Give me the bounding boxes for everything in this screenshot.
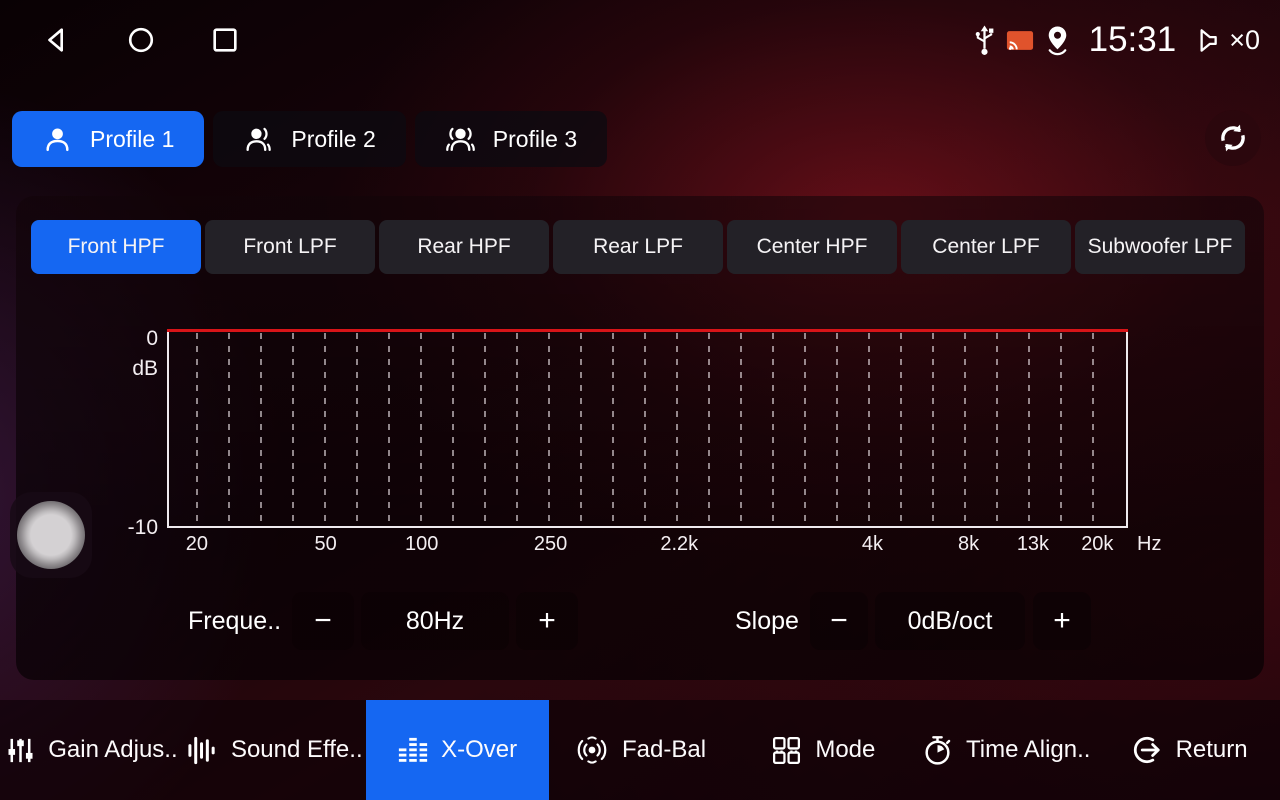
gridline — [644, 333, 646, 526]
gridline — [196, 333, 198, 526]
gain-sliders-icon — [5, 735, 36, 766]
response-line — [167, 329, 1128, 332]
gridline — [804, 333, 806, 526]
user-single-icon — [42, 124, 73, 155]
clock: 15:31 — [1089, 20, 1177, 60]
gridline — [996, 333, 998, 526]
gridline — [740, 333, 742, 526]
bottom-nav: Gain Adjus.. Sound Effe.. X-Over Fad-Bal… — [0, 700, 1280, 800]
gridline — [228, 333, 230, 526]
nav-item-x-over[interactable]: X-Over — [366, 700, 549, 800]
gridline — [708, 333, 710, 526]
gridline — [580, 333, 582, 526]
y-axis-max-label: 0 — [100, 327, 158, 351]
gridline — [676, 333, 678, 526]
sound-wave-icon — [186, 735, 219, 766]
nav-item-time-align[interactable]: Time Align.. — [914, 700, 1097, 800]
gridline — [388, 333, 390, 526]
sync-icon — [1216, 121, 1250, 155]
x-tick-label-4k: 4k — [862, 533, 883, 556]
fader-balance-icon — [574, 734, 610, 766]
knob-circle — [17, 501, 85, 569]
back-button[interactable] — [42, 25, 72, 55]
back-icon — [42, 25, 72, 55]
gridline — [420, 333, 422, 526]
refresh-button[interactable] — [1205, 110, 1261, 166]
floating-knob-button[interactable] — [10, 492, 92, 578]
plot-area — [167, 330, 1128, 528]
gridline — [516, 333, 518, 526]
nav-item-mode[interactable]: Mode — [731, 700, 914, 800]
frequency-value: 80Hz — [361, 592, 509, 650]
frequency-minus-button[interactable]: − — [292, 592, 354, 650]
frequency-plus-button[interactable]: + — [516, 592, 578, 650]
x-tick-label-8k: 8k — [958, 533, 979, 556]
mode-grid-icon — [770, 734, 803, 767]
gridline — [772, 333, 774, 526]
gridline — [260, 333, 262, 526]
android-nav-buttons — [42, 0, 240, 80]
y-axis-unit-label: dB — [100, 357, 158, 381]
gridline — [900, 333, 902, 526]
x-tick-label-50: 50 — [315, 533, 337, 556]
gridline — [324, 333, 326, 526]
gridline — [964, 333, 966, 526]
slope-label: Slope — [735, 592, 799, 650]
nav-item-fad-bal[interactable]: Fad-Bal — [549, 700, 732, 800]
x-tick-label-20k: 20k — [1081, 533, 1113, 556]
x-tick-label-20: 20 — [186, 533, 208, 556]
profile-tab-profile-1[interactable]: Profile 1 — [12, 111, 204, 167]
usb-icon — [972, 24, 997, 57]
user-arc-icon — [243, 124, 274, 155]
volume-level: ×0 — [1229, 25, 1260, 56]
nav-item-gain-adjus[interactable]: Gain Adjus.. — [0, 700, 183, 800]
home-button[interactable] — [126, 25, 156, 55]
gridline — [868, 333, 870, 526]
gridline — [452, 333, 454, 526]
location-icon — [1043, 25, 1072, 56]
volume-muted-icon — [1191, 26, 1220, 55]
gridline — [548, 333, 550, 526]
x-tick-label-250: 250 — [534, 533, 567, 556]
gridline — [612, 333, 614, 526]
slope-plus-button[interactable]: + — [1033, 592, 1091, 650]
crossover-eq-icon — [397, 735, 429, 766]
profile-tabs: Profile 1 Profile 2 Profile 3 — [12, 111, 607, 167]
profile-tab-profile-2[interactable]: Profile 2 — [213, 111, 405, 167]
slope-value: 0dB/oct — [875, 592, 1025, 650]
cast-icon — [1006, 29, 1034, 52]
x-tick-label-2-2k: 2.2k — [660, 533, 698, 556]
gridline — [356, 333, 358, 526]
user-double-arc-icon — [445, 124, 476, 155]
frequency-label: Freque.. — [188, 592, 281, 650]
recents-icon — [210, 25, 240, 55]
gridline — [1092, 333, 1094, 526]
nav-item-sound-effe[interactable]: Sound Effe.. — [183, 700, 366, 800]
car-audio-xover-screen: 15:31 ×0 Profile 1 Profile 2 Profile 3 F… — [0, 0, 1280, 800]
recents-button[interactable] — [210, 25, 240, 55]
y-axis-min-label: -10 — [100, 516, 158, 540]
gridline — [484, 333, 486, 526]
gridline — [1060, 333, 1062, 526]
nav-item-return[interactable]: Return — [1097, 700, 1280, 800]
crossover-panel: Front HPF Front LPF Rear HPF Rear LPF Ce… — [16, 196, 1264, 680]
profile-tab-profile-3[interactable]: Profile 3 — [415, 111, 607, 167]
gridline — [292, 333, 294, 526]
gridline — [1028, 333, 1030, 526]
slope-minus-button[interactable]: − — [810, 592, 868, 650]
return-arrow-icon — [1130, 733, 1164, 767]
x-tick-label-13k: 13k — [1017, 533, 1049, 556]
x-axis-unit-label: Hz — [1137, 533, 1161, 556]
x-tick-label-100: 100 — [405, 533, 438, 556]
home-icon — [126, 25, 156, 55]
stopwatch-icon — [921, 734, 954, 767]
status-indicators: 15:31 ×0 — [972, 0, 1260, 80]
gridline — [836, 333, 838, 526]
status-bar: 15:31 ×0 — [0, 0, 1280, 80]
gridline — [932, 333, 934, 526]
